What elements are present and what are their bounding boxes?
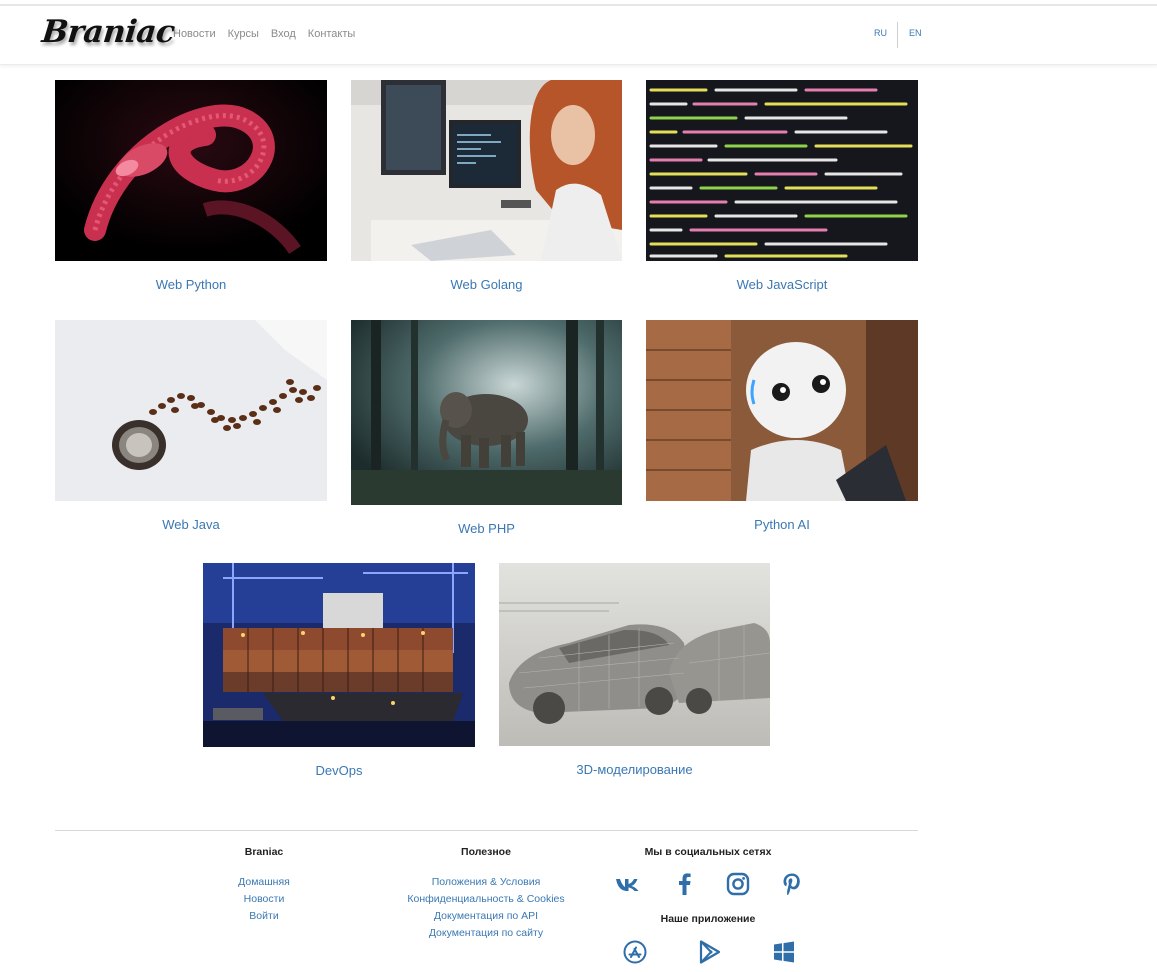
course-card-web-java[interactable]: Web Java — [55, 320, 327, 540]
pinterest-icon[interactable] — [778, 870, 806, 898]
lang-ru[interactable]: RU — [874, 28, 887, 38]
course-image-php — [351, 320, 622, 505]
navbar: Braniac Новости Курсы Вход Контакты RU E… — [0, 6, 1157, 65]
course-title[interactable]: Web JavaScript — [646, 277, 918, 292]
course-title[interactable]: Web Golang — [351, 277, 622, 292]
course-title[interactable]: DevOps — [203, 763, 475, 778]
course-image-golang — [351, 80, 622, 261]
course-title[interactable]: Web PHP — [351, 521, 622, 536]
course-title[interactable]: 3D-моделирование — [499, 762, 770, 777]
google-play-icon[interactable] — [696, 938, 724, 966]
nav-contacts[interactable]: Контакты — [308, 28, 356, 40]
course-image-java — [55, 320, 327, 501]
course-card-web-golang[interactable]: Web Golang — [351, 80, 622, 300]
app-store-icon[interactable] — [621, 938, 649, 966]
footer-link-terms[interactable]: Положения & Условия — [386, 876, 586, 888]
course-image-javascript — [646, 80, 918, 261]
facebook-icon[interactable] — [671, 870, 699, 898]
lang-en[interactable]: EN — [909, 28, 922, 38]
course-card-web-javascript[interactable]: Web JavaScript — [646, 80, 918, 300]
course-card-python-ai[interactable]: Python AI — [646, 320, 918, 540]
course-card-devops[interactable]: DevOps — [203, 563, 475, 783]
course-card-web-php[interactable]: Web PHP — [351, 320, 622, 544]
nav-courses[interactable]: Курсы — [228, 28, 259, 40]
course-card-3d-modeling[interactable]: 3D-моделирование — [499, 563, 770, 783]
footer-link-api-docs[interactable]: Документация по API — [386, 910, 586, 922]
course-title[interactable]: Web Python — [55, 277, 327, 292]
footer-heading-useful: Полезное — [461, 846, 511, 858]
instagram-icon[interactable] — [724, 870, 752, 898]
vk-icon[interactable] — [614, 870, 642, 898]
footer-heading-apps: Наше приложение — [660, 913, 756, 925]
course-image-python — [55, 80, 327, 261]
footer-link-site-docs[interactable]: Документация по сайту — [386, 927, 586, 939]
footer-divider — [55, 830, 918, 831]
course-title[interactable]: Web Java — [55, 517, 327, 532]
footer-link-privacy[interactable]: Конфиденциальность & Cookies — [386, 893, 586, 905]
footer-link-home[interactable]: Домашняя — [214, 876, 314, 888]
main-nav: Новости Курсы Вход Контакты — [173, 28, 355, 40]
footer-link-login[interactable]: Войти — [214, 910, 314, 922]
footer-link-news[interactable]: Новости — [214, 893, 314, 905]
course-image-devops — [203, 563, 475, 747]
nav-news[interactable]: Новости — [173, 28, 216, 40]
footer-heading-social: Мы в социальных сетях — [644, 846, 772, 858]
course-image-python-ai — [646, 320, 918, 501]
course-title[interactable]: Python AI — [646, 517, 918, 532]
brand-logo[interactable]: Braniac — [40, 14, 176, 50]
course-card-web-python[interactable]: Web Python — [55, 80, 327, 300]
footer-heading-brand: Braniac — [244, 846, 284, 858]
nav-login[interactable]: Вход — [271, 28, 296, 40]
windows-icon[interactable] — [770, 938, 798, 966]
lang-divider — [897, 22, 898, 48]
course-image-3d-modeling — [499, 563, 770, 746]
